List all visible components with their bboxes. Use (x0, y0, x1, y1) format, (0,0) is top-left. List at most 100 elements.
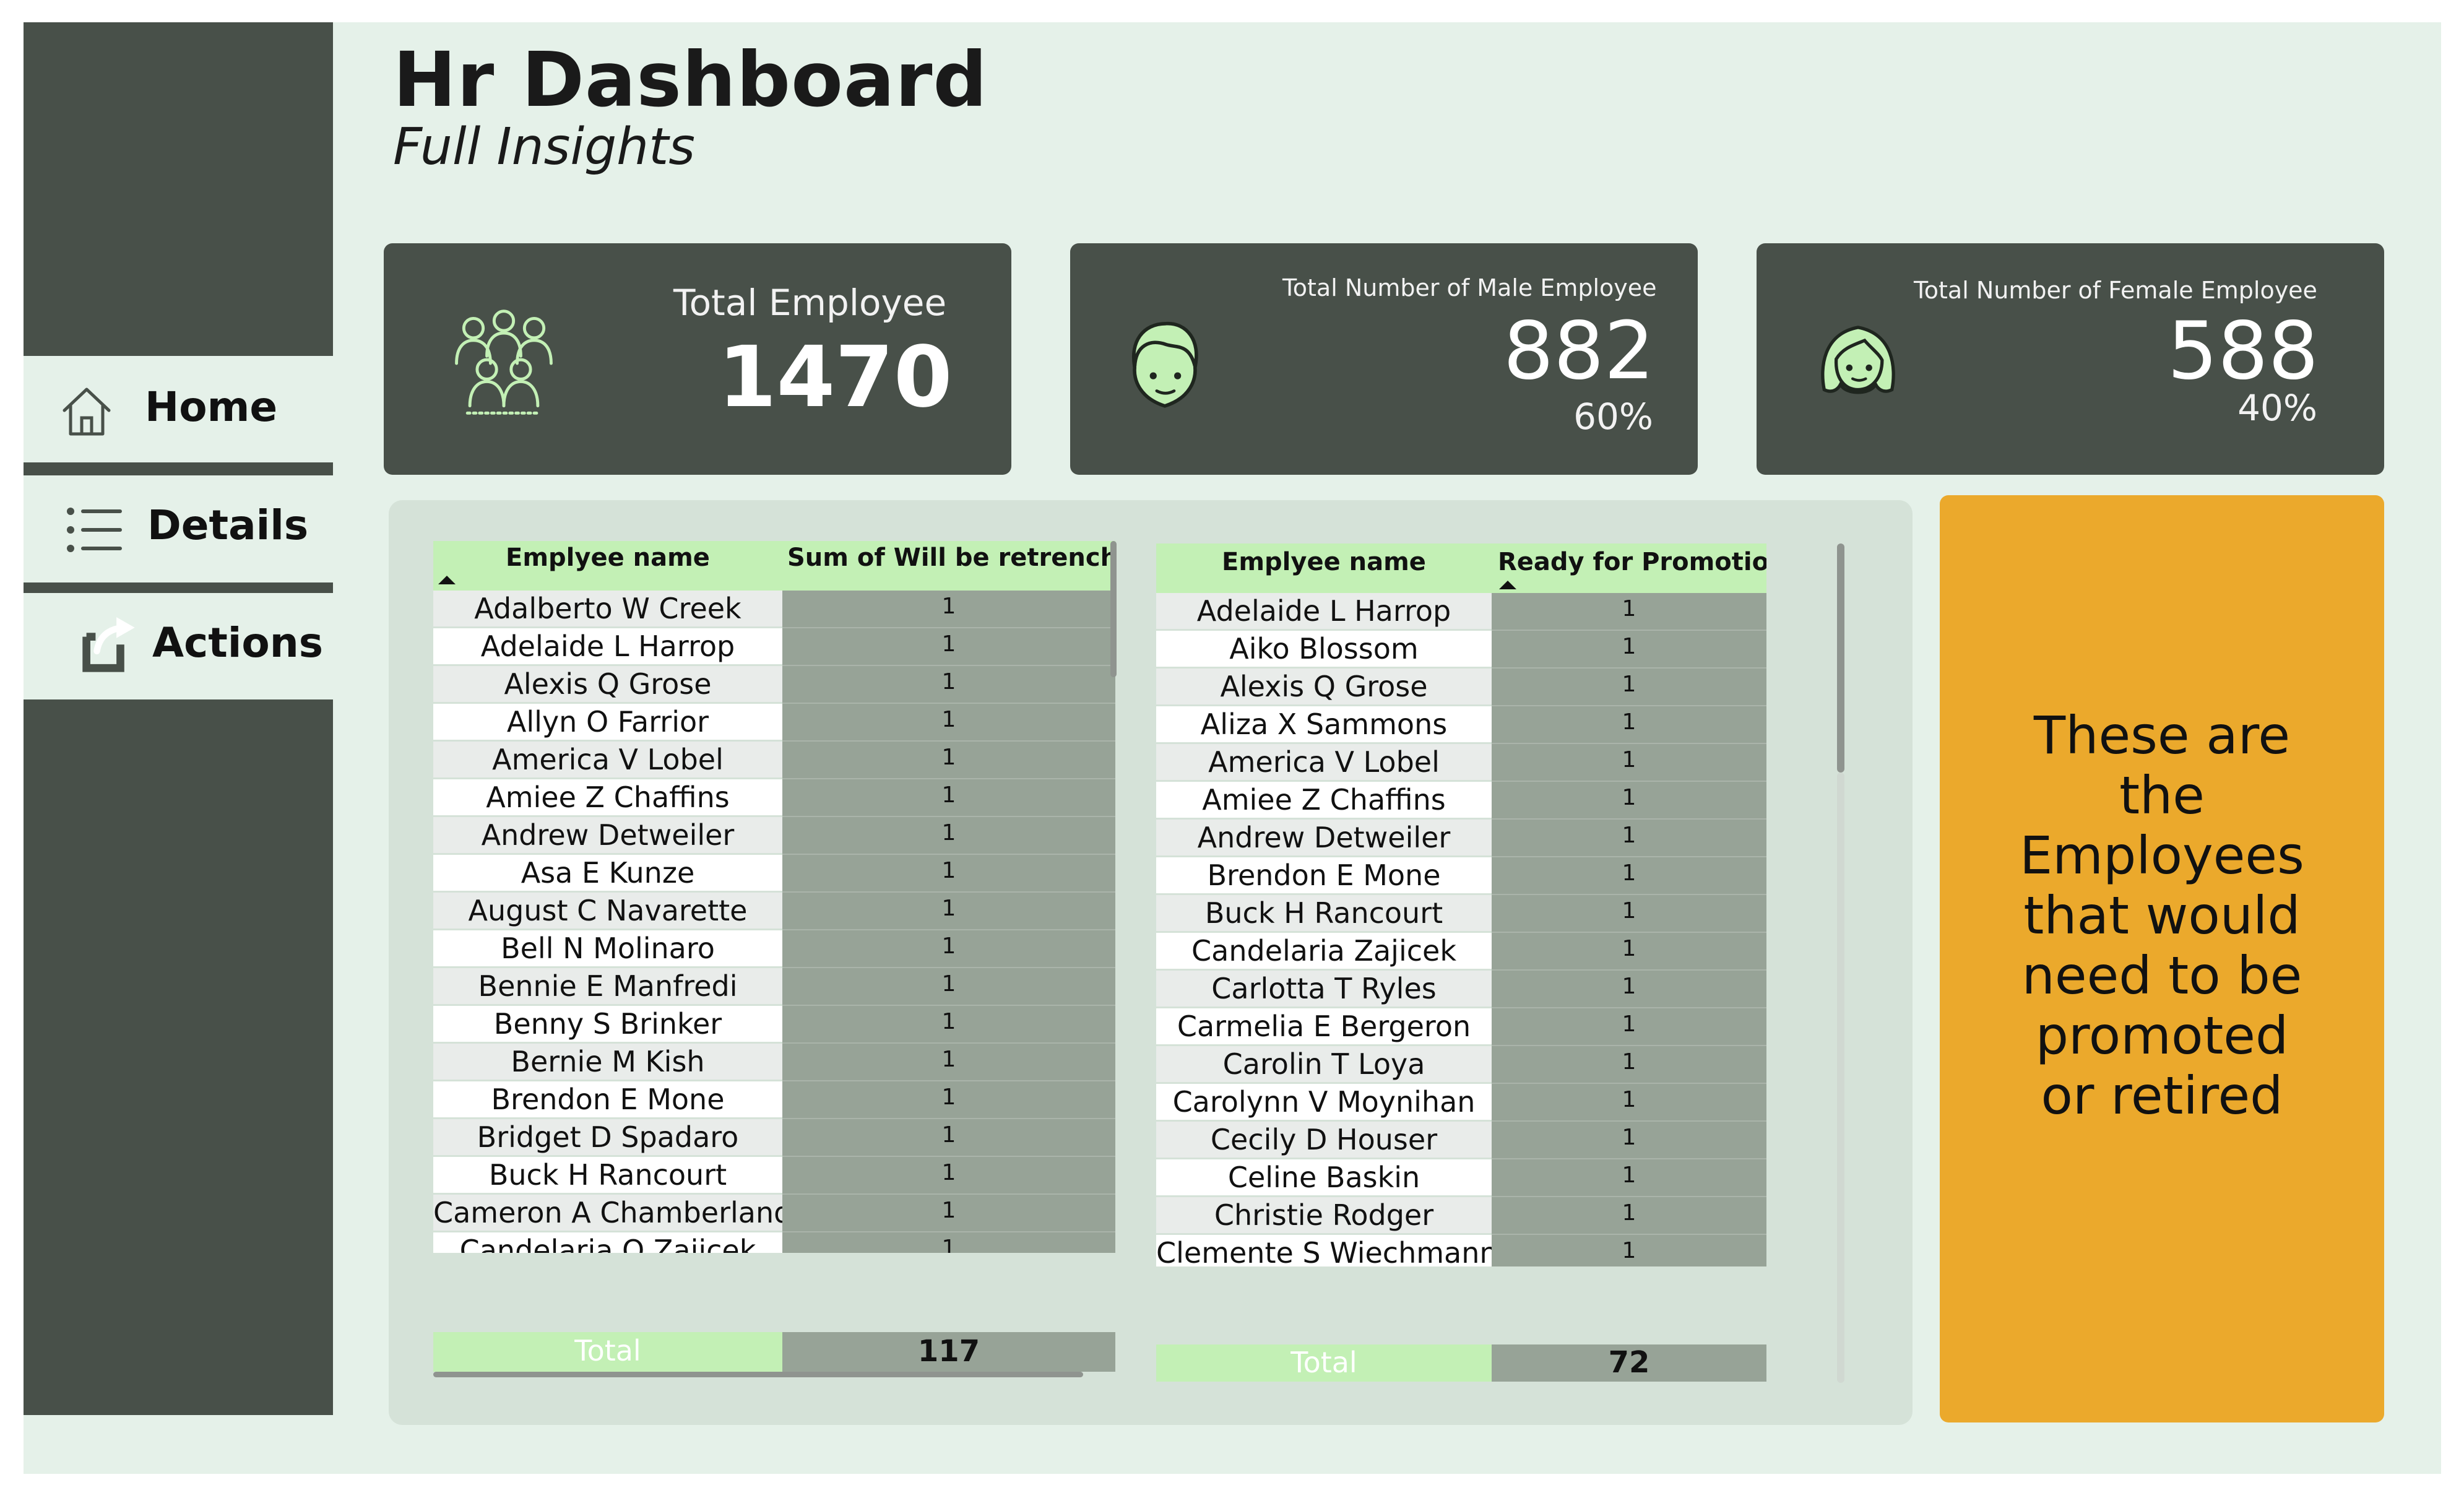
table-row[interactable]: Carolin T Loya 1 (1156, 1046, 1766, 1084)
female-employee-card: Total Number of Female Employee 588 40% (1757, 243, 2384, 475)
sort-asc-icon[interactable] (438, 576, 456, 584)
table-row[interactable]: Carolynn V Moynihan 1 (1156, 1084, 1766, 1122)
sort-asc-icon[interactable] (1499, 581, 1516, 589)
table-row[interactable]: Aliza X Sammons 1 (1156, 706, 1766, 744)
value-cell: 1 (782, 779, 1115, 817)
vertical-scrollbar[interactable] (1110, 541, 1117, 677)
vertical-scrollbar[interactable] (1837, 543, 1844, 773)
table-row[interactable]: Candelaria Q Zajicek 1 (433, 1232, 1115, 1253)
table-row[interactable]: Amiee Z Chaffins 1 (1156, 782, 1766, 820)
employee-name-cell: Andrew Detweiler (433, 817, 782, 853)
value-cell: 1 (1492, 1235, 1766, 1266)
table-row[interactable]: Alexis Q Grose 1 (1156, 669, 1766, 706)
value-cell: 1 (1492, 1197, 1766, 1235)
value-cell: 1 (782, 930, 1115, 968)
nav-item-details[interactable]: Details (24, 475, 333, 582)
table-row[interactable]: Buck H Rancourt 1 (433, 1157, 1115, 1195)
table-row[interactable]: Cameron A Chamberland 1 (433, 1195, 1115, 1232)
employee-name-cell: Bridget D Spadaro (433, 1119, 782, 1155)
column-header-employee-name[interactable]: Emplyee name (433, 541, 782, 592)
table-row[interactable]: Alexis Q Grose 1 (433, 666, 1115, 704)
note-line: promoted (2035, 1005, 2289, 1066)
table-body: Adalberto W Creek 1 Adelaide L Harrop 1 Alex… (433, 591, 1115, 1253)
table-row[interactable]: Carlotta T Ryles 1 (1156, 971, 1766, 1008)
table-row[interactable]: Benny S Brinker 1 (433, 1006, 1115, 1044)
employee-name-cell: Amiee Z Chaffins (1156, 782, 1492, 818)
employee-name-cell: Amiee Z Chaffins (433, 779, 782, 815)
value-cell: 1 (1492, 971, 1766, 1008)
employee-name-cell: Bennie E Manfredi (433, 968, 782, 1004)
table-row[interactable]: Asa E Kunze 1 (433, 855, 1115, 893)
table-row[interactable]: America V Lobel 1 (1156, 744, 1766, 782)
employee-name-cell: Adalberto W Creek (433, 591, 782, 626)
employee-name-cell: Candelaria Q Zajicek (433, 1232, 782, 1253)
table-row[interactable]: Carmelia E Bergeron 1 (1156, 1008, 1766, 1046)
employee-name-cell: August C Navarette (433, 893, 782, 929)
page-subtitle: Full Insights (393, 118, 695, 176)
column-header-employee-name[interactable]: Emplyee name (1156, 543, 1492, 594)
table-row[interactable]: Brendon E Mone 1 (433, 1081, 1115, 1119)
scrollbar-track[interactable] (1837, 773, 1844, 1383)
table-row[interactable]: Bernie M Kish 1 (433, 1044, 1115, 1081)
value-cell: 1 (1492, 1159, 1766, 1197)
table-row[interactable]: Bridget D Spadaro 1 (433, 1119, 1115, 1157)
value-cell: 1 (782, 1006, 1115, 1044)
employee-name-cell: Carlotta T Ryles (1156, 971, 1492, 1007)
table-row[interactable]: Christie Rodger 1 (1156, 1197, 1766, 1235)
employee-name-cell: Celine Baskin (1156, 1159, 1492, 1195)
table-row[interactable]: Amiee Z Chaffins 1 (433, 779, 1115, 817)
table-row[interactable]: Aiko Blossom 1 (1156, 631, 1766, 669)
value-cell: 1 (1492, 820, 1766, 857)
people-group-icon (455, 310, 553, 415)
table-body: Adelaide L Harrop 1 Aiko Blossom 1 Alexis Q … (1156, 593, 1766, 1266)
note-line: These are (2033, 705, 2291, 766)
table-row[interactable]: Candelaria Zajicek 1 (1156, 933, 1766, 971)
table-row[interactable]: Adelaide L Harrop 1 (433, 628, 1115, 666)
value-cell: 1 (1492, 706, 1766, 744)
horizontal-scrollbar[interactable] (433, 1372, 1083, 1377)
retrenchment-table: Emplyee name Sum of Will be retrenched A… (433, 541, 1120, 1377)
value-cell: 1 (1492, 782, 1766, 820)
value-cell: 1 (1492, 895, 1766, 933)
table-row[interactable]: Bennie E Manfredi 1 (433, 968, 1115, 1006)
value-cell: 1 (782, 1232, 1115, 1253)
table-row[interactable]: Celine Baskin 1 (1156, 1159, 1766, 1197)
employee-name-cell: America V Lobel (433, 742, 782, 777)
employee-name-cell: Christie Rodger (1156, 1197, 1492, 1233)
column-header-ready-for-promotion[interactable]: Ready for Promotion (1498, 543, 1766, 594)
note-line: that would (2023, 885, 2301, 946)
male-face-icon (1132, 321, 1198, 408)
table-row[interactable]: America V Lobel 1 (433, 742, 1115, 779)
table-row[interactable]: Adalberto W Creek 1 (433, 591, 1115, 628)
note-line: or retired (2041, 1065, 2283, 1126)
card-percentage: 40% (2237, 387, 2317, 429)
value-cell: 1 (782, 666, 1115, 704)
nav-item-home[interactable]: Home (24, 356, 333, 462)
table-row[interactable]: Bell N Molinaro 1 (433, 930, 1115, 968)
table-row[interactable]: Brendon E Mone 1 (1156, 857, 1766, 895)
table-row[interactable]: Buck H Rancourt 1 (1156, 895, 1766, 933)
table-row[interactable]: Clemente S Wiechmann 1 (1156, 1235, 1766, 1266)
employee-name-cell: Alexis Q Grose (1156, 669, 1492, 704)
table-row[interactable]: Andrew Detweiler 1 (1156, 820, 1766, 857)
note-text: These are the Employees that would need to b… (1940, 706, 2384, 1126)
nav-item-actions[interactable]: Actions (24, 593, 333, 699)
table-row[interactable]: Adelaide L Harrop 1 (1156, 593, 1766, 631)
value-cell: 1 (1492, 669, 1766, 706)
nav-item-label: Home (145, 383, 278, 431)
card-value: 1470 (718, 329, 953, 426)
employee-name-cell: Adelaide L Harrop (1156, 593, 1492, 629)
employee-name-cell: Cameron A Chamberland (433, 1195, 782, 1231)
page-title: Hr Dashboard (393, 36, 988, 124)
table-row[interactable]: August C Navarette 1 (433, 893, 1115, 930)
card-percentage: 60% (1573, 396, 1653, 438)
column-header-will-be-retrenched[interactable]: Sum of Will be retrenched (787, 541, 1115, 592)
employee-name-cell: Bell N Molinaro (433, 930, 782, 966)
note-line: the (2119, 765, 2205, 826)
table-row[interactable]: Cecily D Houser 1 (1156, 1122, 1766, 1159)
employee-name-cell: Cecily D Houser (1156, 1122, 1492, 1158)
table-row[interactable]: Allyn O Farrior 1 (433, 704, 1115, 742)
value-cell: 1 (1492, 1008, 1766, 1046)
nav-item-label: Actions (152, 619, 323, 667)
table-row[interactable]: Andrew Detweiler 1 (433, 817, 1115, 855)
